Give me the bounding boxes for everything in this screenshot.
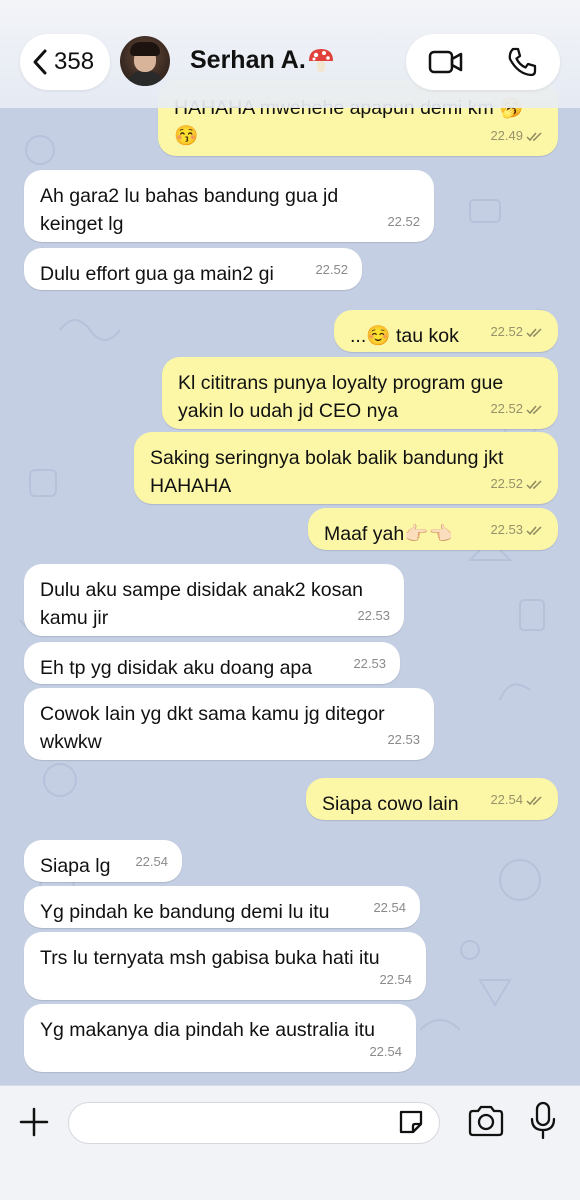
mushroom-icon [309,49,333,72]
message-text: Kl cititrans punya loyalty program gue [178,372,504,394]
message-bubble-outgoing[interactable]: Kl cititrans punya loyalty program gue y… [162,357,558,429]
message-text: Ah gara2 lu bahas bandung gua jd [40,185,339,207]
message-time: 22.52 [490,476,523,491]
message-text-line2: HAHAHA [150,475,232,497]
message-text-line2: wkwkw [40,731,102,753]
message-bubble-incoming[interactable]: Yg makanya dia pindah ke australia itu 2… [24,1004,416,1072]
message-bubble-outgoing[interactable]: Saking seringnya bolak balik bandung jkt… [134,432,558,504]
message-time: 22.52 [490,401,523,416]
message-time: 22.53 [490,522,523,537]
message-time: 22.54 [369,1044,402,1059]
message-bubble-outgoing[interactable]: Siapa cowo lain 22.54 [306,778,558,820]
chevron-left-icon [33,49,47,75]
message-input[interactable] [68,1102,440,1144]
message-time: 22.54 [135,854,168,869]
message-time: 22.54 [490,792,523,807]
message-bubble-outgoing[interactable]: Maaf yah👉🏻👈🏻 22.53 [308,508,558,550]
message-text-line2: 😚 [174,125,199,147]
message-time: 22.54 [373,900,406,915]
call-actions [406,34,560,90]
message-bubble-incoming[interactable]: Dulu aku sampe disidak anak2 kosan kamu … [24,564,404,636]
message-text: Dulu aku sampe disidak anak2 kosan [40,579,364,601]
read-check-icon [526,405,542,415]
message-bubble-incoming[interactable]: Ah gara2 lu bahas bandung gua jd keinget… [24,170,434,242]
message-bubble-incoming[interactable]: Dulu effort gua ga main2 gi 22.52 [24,248,362,290]
message-time: 22.52 [315,262,348,277]
message-bubble-incoming[interactable]: Siapa lg 22.54 [24,840,182,882]
message-time: 22.52 [387,214,420,229]
plus-icon[interactable] [18,1106,50,1138]
message-text: Cowok lain yg dkt sama kamu jg ditegor [40,703,385,725]
message-time: 22.54 [379,972,412,987]
camera-icon[interactable] [466,1104,506,1138]
read-check-icon [526,132,542,142]
message-bubble-incoming[interactable]: Cowok lain yg dkt sama kamu jg ditegor w… [24,688,434,760]
message-time: 22.49 [490,128,523,143]
sticker-icon[interactable] [396,1107,426,1137]
message-time: 22.53 [357,608,390,623]
contact-avatar[interactable] [120,36,170,86]
message-text: Yg makanya dia pindah ke australia itu [40,1019,375,1041]
message-text-line2: kamu jir [40,607,109,629]
message-composer [0,1085,580,1200]
read-check-icon [526,328,542,338]
message-text-line2: keinget lg [40,213,124,235]
microphone-icon[interactable] [528,1101,558,1141]
message-text-line2: yakin lo udah jd CEO nya [178,400,399,422]
chat-header: 358 Serhan A. [0,0,580,108]
message-text: Yg pindah ke bandung demi lu itu [40,901,330,923]
message-bubble-incoming[interactable]: Yg pindah ke bandung demi lu itu 22.54 [24,886,420,928]
read-check-icon [526,526,542,536]
message-bubble-outgoing[interactable]: ...☺️ tau kok 22.52 [334,310,558,352]
message-text: Dulu effort gua ga main2 gi [40,263,274,285]
phone-call-icon[interactable] [506,46,538,78]
contact-name[interactable]: Serhan A. [190,46,306,75]
message-text: Eh tp yg disidak aku doang apa [40,657,313,679]
message-bubble-incoming[interactable]: Eh tp yg disidak aku doang apa 22.53 [24,642,400,684]
message-time: 22.52 [490,324,523,339]
message-text: Saking seringnya bolak balik bandung jkt [150,447,504,469]
message-time: 22.53 [353,656,386,671]
unread-count: 358 [54,48,95,75]
read-check-icon [526,796,542,806]
message-bubble-incoming[interactable]: Trs lu ternyata msh gabisa buka hati itu… [24,932,426,1000]
message-text: Trs lu ternyata msh gabisa buka hati itu [40,947,380,969]
read-check-icon [526,480,542,490]
message-time: 22.53 [387,732,420,747]
video-call-icon[interactable] [428,47,464,77]
back-button[interactable]: 358 [20,34,110,90]
